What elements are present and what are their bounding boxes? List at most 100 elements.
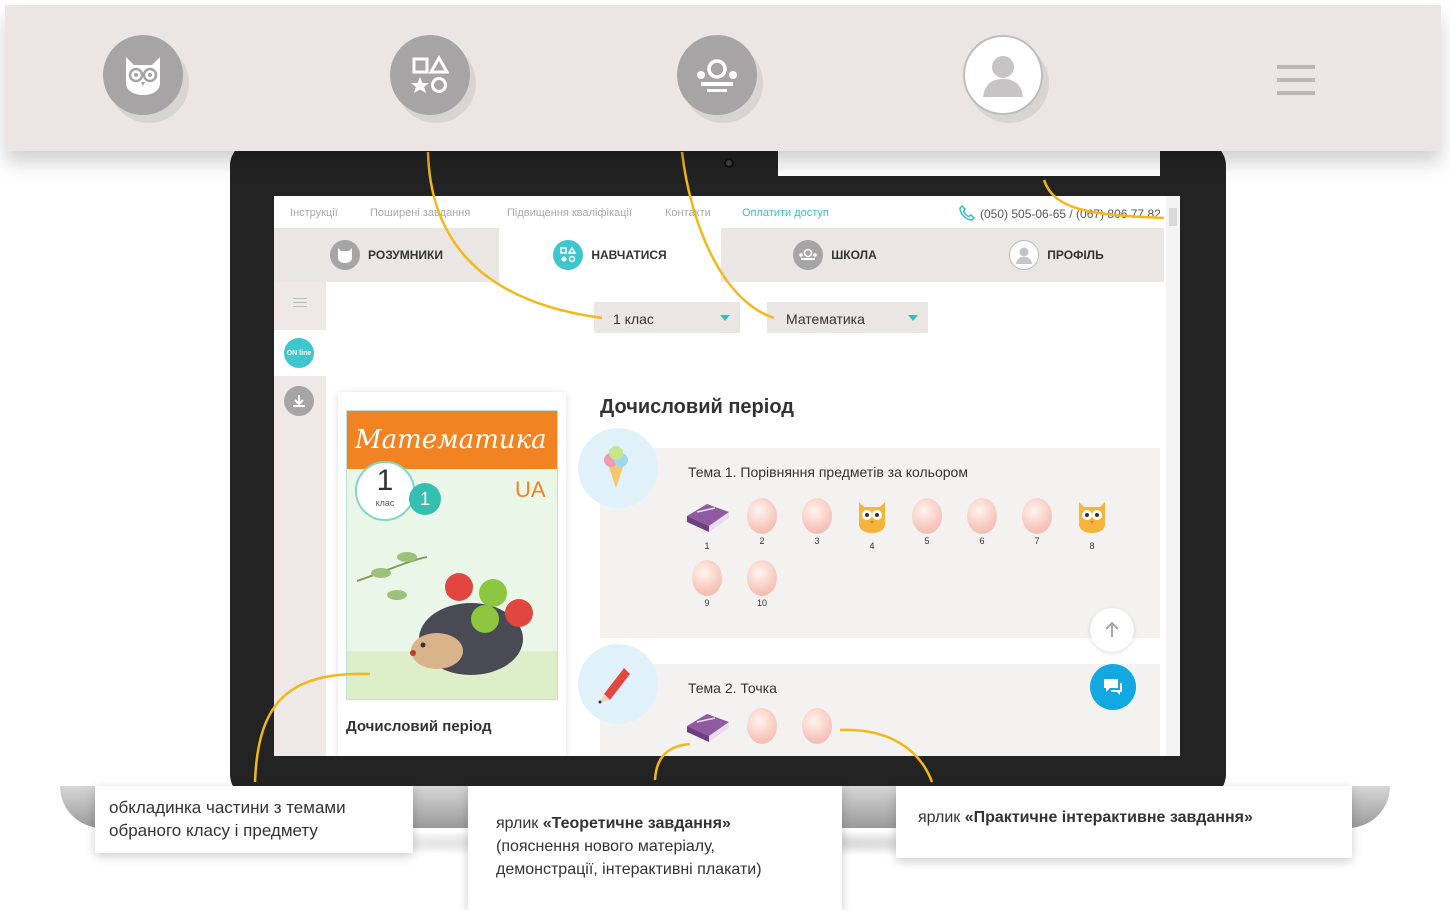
owl-icon[interactable] [103,35,183,115]
task-number: 6 [979,536,985,546]
profile-icon [1009,240,1040,270]
owl-icon [330,240,361,270]
school-icon[interactable] [677,35,757,115]
callout-theory-bold: «Теоретичне завдання» [542,815,731,832]
tab-navchatysia[interactable]: НАВЧАТИСЯ [499,228,721,282]
task-number: 4 [869,541,875,551]
callout-theory: ярлик «Теоретичне завдання» (пояснення н… [468,786,842,910]
task-number: 3 [814,536,820,546]
owl-icon [859,502,885,533]
pencil-icon [598,668,630,704]
subject-select[interactable]: Математика [767,302,928,333]
cover-grade-badge: 1 клас [355,461,415,521]
section-title: Дочисловий період [600,396,794,418]
left-sidebar: ON line [274,282,330,756]
owl-icon [1079,502,1105,533]
cover-grade-word: клас [375,498,395,508]
chevron-down-icon [908,315,918,321]
theory-task[interactable] [685,708,729,749]
tab-label: РОЗУМНИКИ [368,248,443,262]
callout-practice-prefix: ярлик [918,809,965,826]
phone-icon [959,204,976,221]
subject-select-value: Математика [786,311,865,327]
online-mode-button[interactable]: ON line [284,338,314,368]
topic-2-title: Тема 2. Точка [688,680,777,696]
scroll-up-button[interactable] [1090,608,1134,652]
site-nav-tabs: РОЗУМНИКИ НАВЧАТИСЯ ШКОЛА ПРОФІЛЬ [274,228,1164,282]
sidebar-menu-icon[interactable] [293,298,307,310]
tab-rozumnyky[interactable]: РОЗУМНИКИ [274,228,499,282]
shapes-icon[interactable] [390,35,470,115]
topic-1-bubble [578,428,658,508]
owl-task-4[interactable]: 4 [850,498,894,551]
phone-text: (050) 505-06-65 / (067) 806 77 82 [980,207,1161,221]
profile-icon[interactable] [963,35,1043,115]
practice-task[interactable] [795,708,839,744]
link-pay-access[interactable]: Оплатити доступ [742,207,829,219]
topic-1-title: Тема 1. Порівняння предметів за кольором [688,464,968,480]
chat-icon [1104,679,1122,695]
callout-theory-rest: (пояснення нового матеріалу, демонстраці… [496,838,762,878]
scrollbar-thumb[interactable] [1169,208,1177,226]
callout-cover: обкладинка частини з темами обраного кла… [95,786,413,853]
egg-icon [967,498,997,534]
topic-1-card: Тема 1. Порівняння предметів за кольором… [600,448,1160,638]
tab-label: НАВЧАТИСЯ [591,248,667,262]
book-icon [687,504,729,532]
task-number: 5 [924,536,930,546]
egg-icon [747,498,777,534]
task-number: 10 [756,598,767,608]
active-tab-pointer [604,282,622,290]
practice-task-9[interactable]: 9 [685,560,729,608]
egg-icon [912,498,942,534]
chat-button[interactable] [1090,664,1136,710]
task-number: 7 [1034,536,1040,546]
hedgehog-illustration [347,552,557,699]
ice-cream-icon [604,446,628,488]
theory-task-1[interactable]: 1 [685,498,729,551]
download-icon[interactable] [284,386,314,416]
grade-select-value: 1 клас [613,311,654,327]
egg-icon [802,708,832,744]
callout-practice-bold: «Практичне інтерактивне завдання» [964,809,1253,826]
menu-icon[interactable] [1277,65,1315,95]
practice-task-7[interactable]: 7 [1015,498,1059,546]
link-instructions[interactable]: Інструкції [290,207,338,219]
callout-theory-prefix: ярлик [496,815,543,832]
link-common-tasks[interactable]: Поширені завдання [370,207,470,219]
practice-task-2[interactable]: 2 [740,498,784,546]
textbook-cover-card[interactable]: Математика 1 клас 1 UA Дочисловий період [338,392,566,756]
task-number: 9 [704,598,710,608]
practice-task-3[interactable]: 3 [795,498,839,546]
topic-2-card: Тема 2. Точка [600,664,1160,756]
chevron-down-icon [720,315,730,321]
egg-icon [692,560,722,596]
textbook-cover: Математика 1 клас 1 UA [346,410,558,700]
tab-label: ПРОФІЛЬ [1047,248,1104,262]
tutorial-stage: Інструкції Поширені завдання Підвищення … [0,0,1450,910]
practice-task-5[interactable]: 5 [905,498,949,546]
owl-task-8[interactable]: 8 [1070,498,1114,551]
phone-number: (050) 505-06-65 / (067) 806 77 82 [958,204,1161,222]
practice-task-10[interactable]: 10 [740,560,784,608]
cropped-callout-box [778,148,1160,176]
utility-bar: Інструкції Поширені завдання Підвищення … [274,196,1180,228]
link-qualification[interactable]: Підвищення кваліфікації [507,207,632,219]
tab-shkola[interactable]: ШКОЛА [721,228,949,282]
cover-title: Математика [347,411,557,469]
tab-profil[interactable]: ПРОФІЛЬ [949,228,1164,282]
grade-select[interactable]: 1 клас [594,302,740,333]
egg-icon [1022,498,1052,534]
task-number: 1 [704,541,710,551]
task-number: 2 [759,536,765,546]
page-scrollbar[interactable] [1166,196,1180,756]
task-number: 8 [1089,541,1095,551]
egg-icon [802,498,832,534]
link-contacts[interactable]: Контакти [665,207,711,219]
shapes-icon [553,240,584,270]
practice-task[interactable] [740,708,784,744]
cover-caption: Дочисловий період [346,718,492,735]
practice-task-6[interactable]: 6 [960,498,1004,546]
topic-2-bubble [578,644,658,724]
school-icon [793,240,824,270]
